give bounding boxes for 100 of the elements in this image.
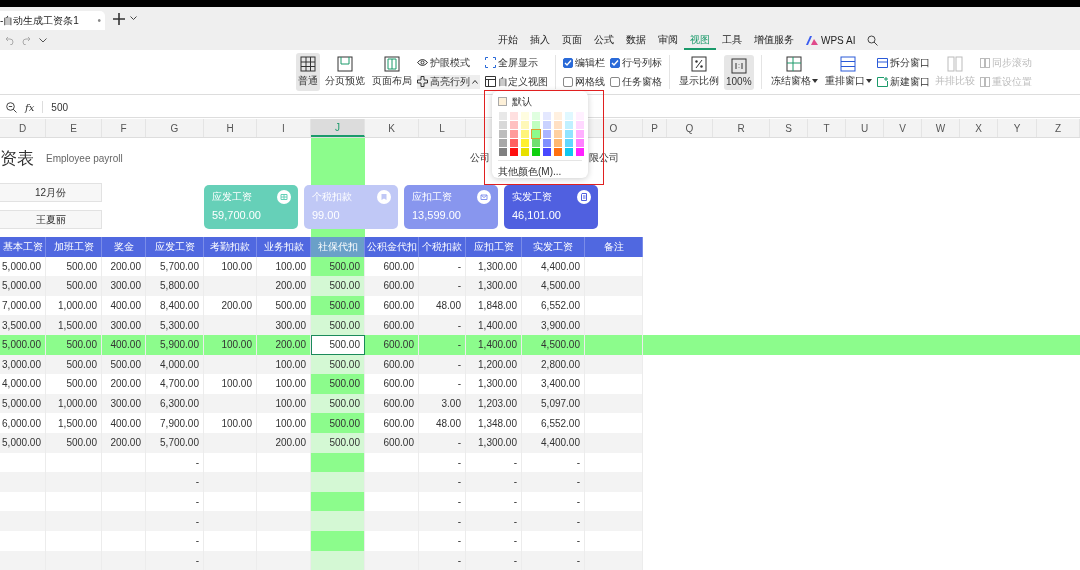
color-swatch[interactable] xyxy=(565,121,573,129)
ribbon-tab[interactable]: 审阅 xyxy=(652,30,684,50)
color-swatch[interactable] xyxy=(521,130,529,138)
formula-field[interactable]: 500 xyxy=(51,101,69,113)
caret-icon[interactable] xyxy=(130,16,137,21)
zoom-icon[interactable] xyxy=(6,101,17,113)
zoom-button[interactable]: 100% xyxy=(724,54,754,90)
color-swatch[interactable] xyxy=(554,148,562,156)
column-header[interactable]: P xyxy=(643,119,667,137)
ribbon-tab[interactable]: 页面 xyxy=(556,30,588,50)
column-header[interactable]: T xyxy=(808,119,846,137)
color-swatch[interactable] xyxy=(543,148,551,156)
color-swatch[interactable] xyxy=(554,130,562,138)
default-color-option[interactable]: 默认 xyxy=(498,96,582,107)
ribbon-button[interactable]: 冻结窗格 xyxy=(768,53,820,91)
column-header[interactable]: Z xyxy=(1037,119,1080,137)
view-mode-button[interactable]: 页面布局 xyxy=(370,53,414,91)
checkbox-label[interactable]: 网格线 xyxy=(575,74,605,89)
ribbon-tab[interactable]: 增值服务 xyxy=(748,30,800,50)
color-swatch[interactable] xyxy=(521,148,529,156)
ribbon-tab[interactable]: 公式 xyxy=(588,30,620,50)
column-header[interactable]: Q xyxy=(667,119,713,137)
column-header[interactable]: W xyxy=(922,119,960,137)
color-swatch[interactable] xyxy=(565,139,573,147)
color-swatch[interactable] xyxy=(510,130,518,138)
undo-icon[interactable] xyxy=(5,35,14,45)
checkbox[interactable] xyxy=(563,76,573,87)
zoom-button[interactable]: 显示比例 xyxy=(677,53,721,91)
color-swatch[interactable] xyxy=(576,112,584,120)
column-header[interactable]: K xyxy=(365,119,419,137)
color-swatch[interactable] xyxy=(510,121,518,129)
caret-icon[interactable] xyxy=(39,37,47,43)
ribbon-tab[interactable]: 工具 xyxy=(716,30,748,50)
ribbon-tab[interactable]: 开始 xyxy=(492,30,524,50)
color-swatch[interactable] xyxy=(543,112,551,120)
file-tab[interactable]: -自动生成工资条1 • xyxy=(0,11,105,30)
color-swatch[interactable] xyxy=(576,121,584,129)
column-header[interactable]: U xyxy=(846,119,884,137)
color-swatch[interactable] xyxy=(499,148,507,156)
column-header[interactable]: E xyxy=(46,119,102,137)
search-icon[interactable] xyxy=(867,34,879,46)
color-swatch[interactable] xyxy=(532,148,540,156)
color-swatch[interactable] xyxy=(532,130,540,138)
color-swatch[interactable] xyxy=(499,112,507,120)
color-swatch[interactable] xyxy=(543,139,551,147)
color-swatch[interactable] xyxy=(543,121,551,129)
checkbox[interactable] xyxy=(610,76,620,87)
column-header[interactable]: L xyxy=(419,119,466,137)
ribbon-button[interactable]: 新建窗口 xyxy=(876,74,930,89)
color-swatch[interactable] xyxy=(521,139,529,147)
color-swatch[interactable] xyxy=(510,112,518,120)
column-header[interactable]: D xyxy=(0,119,46,137)
column-header[interactable]: F xyxy=(102,119,146,137)
new-tab-icon[interactable] xyxy=(113,12,125,25)
color-swatch[interactable] xyxy=(532,139,540,147)
view-mode-button[interactable]: 普通 xyxy=(296,53,320,91)
color-swatch[interactable] xyxy=(554,121,562,129)
color-swatch[interactable] xyxy=(554,139,562,147)
checkbox-label[interactable]: 任务窗格 xyxy=(622,74,662,89)
column-header[interactable]: Y xyxy=(998,119,1037,137)
view-mode-button[interactable]: 分页预览 xyxy=(323,53,367,91)
column-header[interactable]: S xyxy=(770,119,808,137)
ribbon-tab[interactable]: WPS AI xyxy=(800,30,862,50)
function-button[interactable]: fx xyxy=(25,101,35,113)
checkbox-label[interactable]: 编辑栏 xyxy=(575,55,605,70)
ribbon-button[interactable]: 全屏显示 xyxy=(485,55,548,70)
checkbox[interactable] xyxy=(563,57,573,68)
ribbon-button[interactable]: 高亮行列 xyxy=(417,74,480,89)
ribbon-tab[interactable]: 数据 xyxy=(620,30,652,50)
column-header[interactable]: X xyxy=(960,119,998,137)
checkbox[interactable] xyxy=(610,57,620,68)
color-swatch[interactable] xyxy=(499,139,507,147)
color-swatch[interactable] xyxy=(510,148,518,156)
color-swatch[interactable] xyxy=(554,112,562,120)
color-swatch[interactable] xyxy=(576,139,584,147)
color-swatch[interactable] xyxy=(499,130,507,138)
color-swatch[interactable] xyxy=(510,139,518,147)
color-swatch[interactable] xyxy=(521,112,529,120)
color-swatch[interactable] xyxy=(565,148,573,156)
ribbon-button[interactable]: 护眼模式 xyxy=(417,55,480,70)
color-swatch[interactable] xyxy=(543,130,551,138)
column-header[interactable]: R xyxy=(713,119,770,137)
ribbon-tab[interactable]: 插入 xyxy=(524,30,556,50)
color-swatch[interactable] xyxy=(532,121,540,129)
color-swatch[interactable] xyxy=(521,121,529,129)
color-swatch[interactable] xyxy=(532,112,540,120)
more-colors-option[interactable]: 其他颜色(M)... xyxy=(498,165,582,179)
color-swatch[interactable] xyxy=(565,112,573,120)
ribbon-button[interactable]: 自定义视图 xyxy=(485,74,548,89)
column-header[interactable]: V xyxy=(884,119,922,137)
color-swatch[interactable] xyxy=(565,130,573,138)
color-swatch[interactable] xyxy=(576,148,584,156)
checkbox-label[interactable]: 行号列标 xyxy=(622,55,662,70)
column-header[interactable]: H xyxy=(204,119,257,137)
ribbon-button[interactable]: 重排窗口 xyxy=(822,53,874,91)
color-swatch[interactable] xyxy=(576,130,584,138)
column-header[interactable]: G xyxy=(146,119,204,137)
ribbon-button[interactable]: 拆分窗口 xyxy=(876,55,930,70)
color-swatch[interactable] xyxy=(499,121,507,129)
redo-icon[interactable] xyxy=(22,35,31,45)
